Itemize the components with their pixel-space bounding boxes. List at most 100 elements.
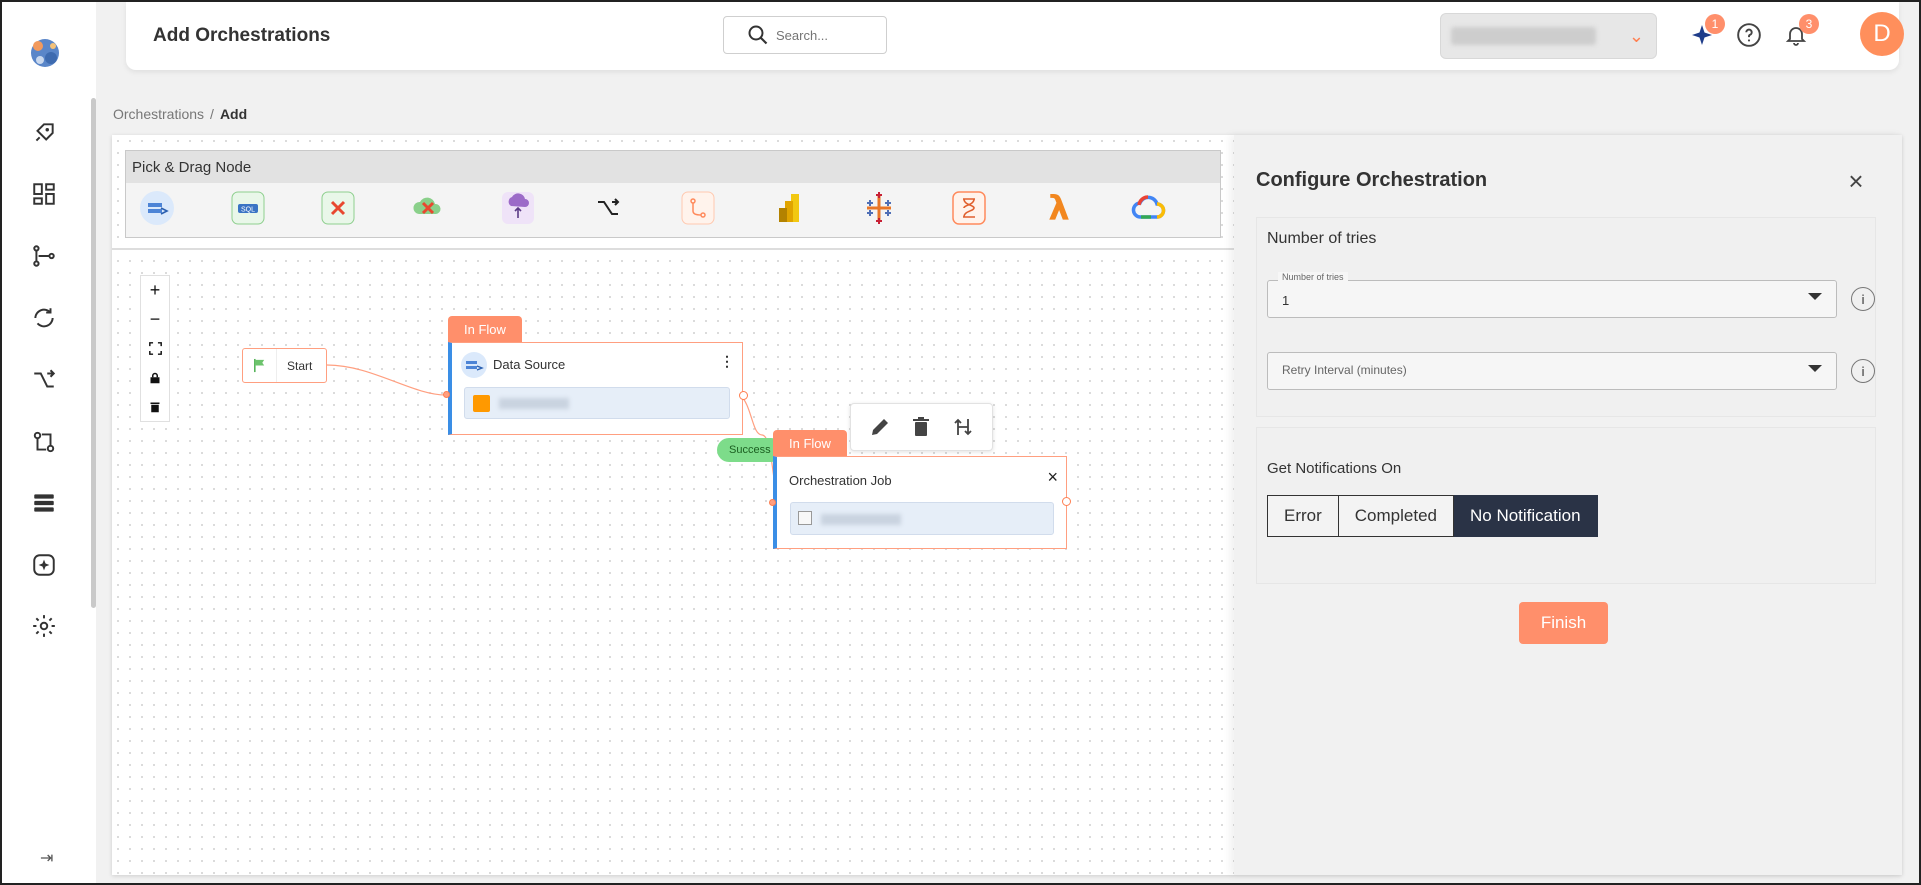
- broken-image-icon: [798, 511, 812, 525]
- node1-input-handle[interactable]: [443, 391, 450, 398]
- orchestration-job-node[interactable]: Orchestration Job ×: [773, 456, 1067, 549]
- hourglass-icon[interactable]: [950, 187, 989, 229]
- number-of-tries-select[interactable]: Number of tries 1: [1267, 272, 1837, 318]
- pencil-icon: [871, 419, 888, 435]
- cloud-cancel-icon[interactable]: [409, 187, 448, 229]
- sidebar: ⇥: [2, 2, 96, 883]
- amazon-icon: [473, 395, 490, 412]
- power-bi-icon[interactable]: [769, 187, 808, 229]
- page-title: Add Orchestrations: [153, 25, 331, 46]
- search-box[interactable]: [723, 16, 887, 54]
- lambda-icon[interactable]: λ: [1040, 187, 1079, 229]
- pipeline-icon: [33, 245, 55, 267]
- node1-title: Data Source: [493, 357, 566, 372]
- transform-icon[interactable]: [589, 187, 628, 229]
- info-icon[interactable]: i: [1851, 287, 1875, 311]
- notification-options: Error Completed No Notification: [1267, 495, 1598, 537]
- zoom-in-button[interactable]: +: [141, 276, 169, 305]
- help-button[interactable]: [1734, 20, 1764, 50]
- lock-button[interactable]: [141, 363, 169, 392]
- node-close-icon[interactable]: ×: [1047, 467, 1058, 488]
- help-icon: [1737, 23, 1761, 47]
- branch-icon[interactable]: [679, 187, 718, 229]
- git-compare-icon: [33, 431, 55, 453]
- node2-tag: In Flow: [773, 430, 847, 456]
- sidebar-item-settings[interactable]: [24, 606, 64, 646]
- layers-icon: [34, 494, 54, 512]
- sidebar-item-orchestrations[interactable]: [24, 422, 64, 462]
- notify-completed-button[interactable]: Completed: [1338, 495, 1454, 537]
- retry-interval-select[interactable]: Retry Interval (minutes): [1267, 352, 1837, 390]
- node2-output-handle[interactable]: [1062, 497, 1071, 506]
- transform-icon: [34, 369, 56, 388]
- notifications-button[interactable]: 3: [1781, 14, 1819, 50]
- sidebar-item-sync[interactable]: [24, 298, 64, 338]
- tries-floating-label: Number of tries: [1278, 272, 1348, 282]
- canvas-divider: [112, 248, 1234, 250]
- fullscreen-icon: [148, 342, 162, 355]
- info-icon[interactable]: i: [1851, 359, 1875, 383]
- finish-button[interactable]: Finish: [1519, 602, 1608, 644]
- sync-icon: [34, 308, 54, 328]
- chevron-down-icon: ⌄: [1628, 26, 1644, 46]
- no-notification-button[interactable]: No Notification: [1454, 495, 1598, 537]
- panel-title: Configure Orchestration: [1256, 169, 1488, 191]
- lock-icon: [150, 372, 160, 383]
- delete-button[interactable]: [905, 411, 937, 443]
- node2-input-handle[interactable]: [769, 499, 776, 506]
- workspace-name-redacted: [1451, 27, 1596, 45]
- redacted-text: [499, 398, 569, 409]
- sql-icon[interactable]: SQL: [228, 187, 267, 229]
- node2-detail: [790, 502, 1054, 535]
- google-cloud-icon[interactable]: [1130, 187, 1169, 229]
- breadcrumb-parent[interactable]: Orchestrations: [113, 106, 204, 122]
- sidebar-item-transform[interactable]: [24, 360, 64, 400]
- data-source-node[interactable]: Data Source ⋮: [448, 342, 743, 435]
- edit-button[interactable]: [864, 411, 896, 443]
- avatar[interactable]: D: [1860, 12, 1904, 56]
- cloud-upload-icon[interactable]: [499, 187, 538, 229]
- data-source-icon: [461, 352, 487, 378]
- flow-canvas[interactable]: Pick & Drag Node SQL λ + − Start In Flow…: [112, 135, 1234, 875]
- app-logo[interactable]: [26, 34, 64, 72]
- redacted-text: [821, 514, 901, 525]
- start-node[interactable]: Start: [242, 348, 327, 383]
- zoom-out-button[interactable]: −: [141, 305, 169, 334]
- fit-view-button[interactable]: [141, 334, 169, 363]
- sidebar-item-ai[interactable]: [24, 545, 64, 585]
- sidebar-item-dashboard[interactable]: [24, 174, 64, 214]
- collapse-sidebar-icon[interactable]: ⇥: [40, 848, 53, 868]
- workspace-selector[interactable]: ⌄: [1440, 13, 1657, 59]
- sparkle-icon: [33, 554, 55, 576]
- notifications-section: Get Notifications On Error Completed No …: [1256, 427, 1876, 584]
- sidebar-item-launch[interactable]: [24, 113, 64, 153]
- main-area: Add Orchestrations ⌄ 1 3 D Orchestration…: [96, 2, 1919, 883]
- tableau-icon[interactable]: [859, 187, 898, 229]
- tries-section: Number of tries Number of tries 1 i Retr…: [1256, 217, 1876, 417]
- node-palette: Pick & Drag Node SQL λ: [125, 150, 1221, 238]
- swap-button[interactable]: [947, 411, 979, 443]
- data-quality-icon[interactable]: [318, 187, 357, 229]
- close-icon[interactable]: ×: [1844, 166, 1868, 196]
- sidebar-item-catalog[interactable]: [24, 483, 64, 523]
- notify-error-button[interactable]: Error: [1267, 495, 1339, 537]
- swap-icon: [954, 418, 972, 436]
- notifications-label: Get Notifications On: [1267, 460, 1402, 477]
- search-input[interactable]: [776, 27, 876, 43]
- tries-value: 1: [1282, 293, 1290, 308]
- sidebar-item-pipelines[interactable]: [24, 236, 64, 276]
- node-toolbar: [850, 403, 993, 451]
- rocket-icon: [35, 123, 54, 142]
- orchestration-editor: Pick & Drag Node SQL λ + − Start In Flow…: [112, 135, 1902, 875]
- caret-down-icon: [1808, 365, 1822, 372]
- gear-icon: [33, 615, 55, 637]
- svg-text:λ: λ: [1048, 190, 1070, 226]
- node1-output-handle[interactable]: [739, 391, 748, 400]
- ai-assistant-button[interactable]: 1: [1687, 14, 1725, 50]
- data-source-icon[interactable]: [138, 187, 177, 229]
- node1-tag: In Flow: [448, 316, 522, 342]
- palette-title: Pick & Drag Node: [126, 151, 1220, 183]
- node-menu-icon[interactable]: ⋮: [720, 353, 734, 370]
- clear-button[interactable]: [141, 392, 169, 421]
- svg-text:SQL: SQL: [240, 207, 254, 214]
